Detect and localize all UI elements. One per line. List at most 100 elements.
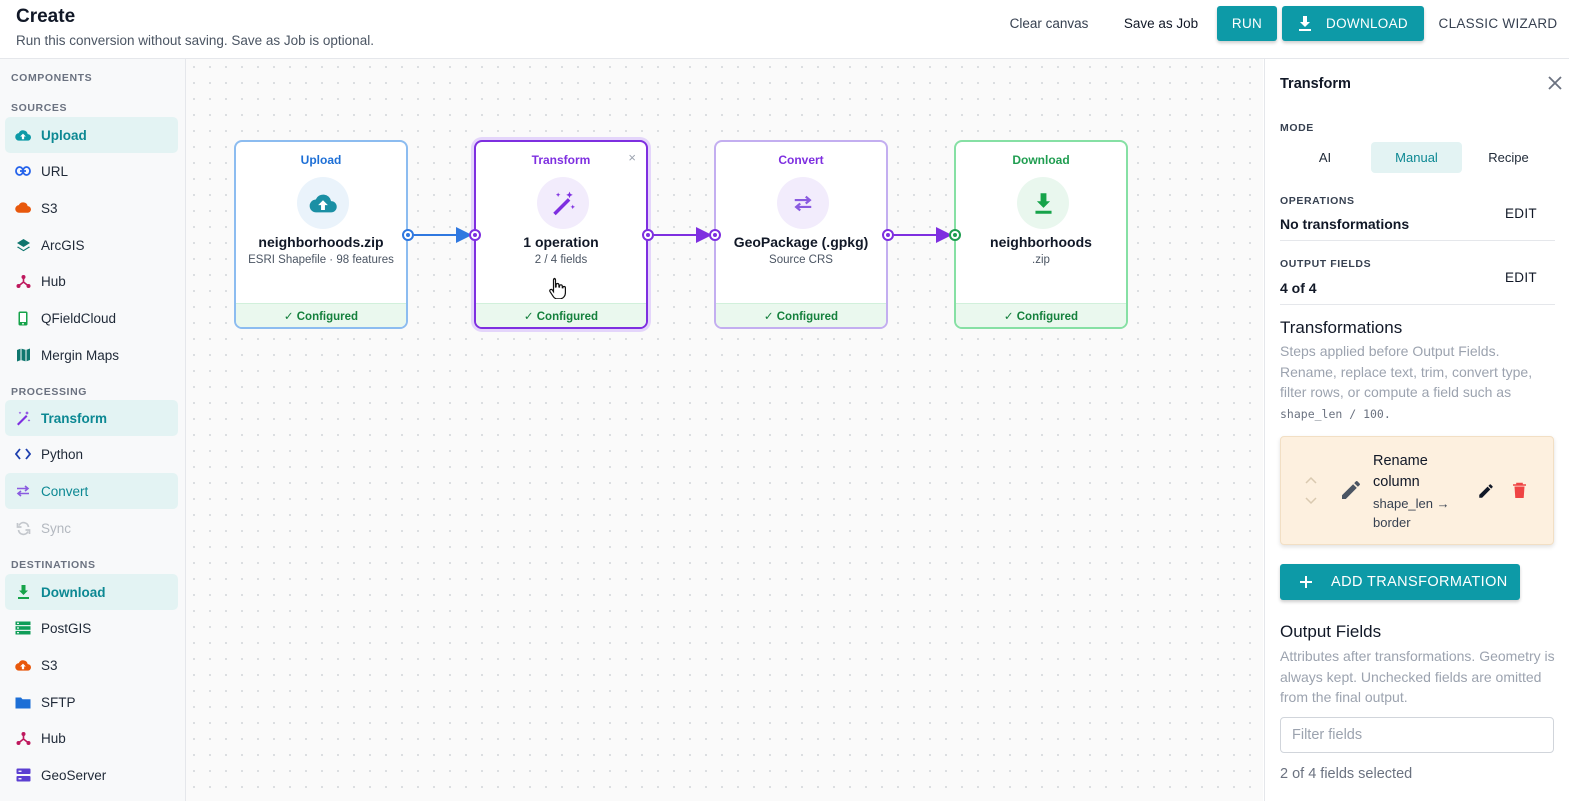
sidebar-item-mergin-maps[interactable]: Mergin Maps [5,337,178,373]
transform-input-port[interactable] [469,229,481,241]
magic-wand-icon [537,177,589,229]
sidebar-item-hub[interactable]: Hub [5,263,178,299]
download-icon [1017,177,1069,229]
sync-icon [15,520,31,536]
convert-node[interactable]: Convert GeoPackage (.gpkg) Source CRS ✓ … [714,140,888,329]
cloud-upload-icon [15,657,31,673]
operations-label: OPERATIONS [1280,195,1355,207]
sidebar-item-s3-destination[interactable]: S3 [5,647,178,683]
add-transformation-button[interactable]: ADD TRANSFORMATION [1280,564,1520,600]
download-node[interactable]: Download neighborhoods .zip ✓ Configured [954,140,1128,329]
node-type-label: Convert [778,153,824,167]
hand-cursor-icon [549,277,566,299]
download-input-port[interactable] [949,229,961,241]
sidebar-item-convert[interactable]: Convert [5,473,178,509]
sources-heading: SOURCES [11,102,68,114]
edit-icon[interactable] [1477,482,1495,500]
link-icon [15,163,31,179]
plus-icon [1300,576,1312,588]
server-icon [15,767,31,783]
app-root: Create Run this conversion without savin… [0,0,1569,801]
output-fields-label: OUTPUT FIELDS [1280,258,1372,270]
sidebar-item-label: Upload [41,127,87,143]
mode-recipe-button[interactable]: Recipe [1463,142,1554,173]
transformations-description: Steps applied before Output Fields. Rena… [1280,341,1555,424]
transformations-description-text: Steps applied before Output Fields. Rena… [1280,343,1533,400]
folder-icon [15,694,31,710]
transform-node[interactable]: Transform × 1 operation 2 / 4 fields ✓ C… [474,140,648,329]
fields-selected-count: 2 of 4 fields selected [1280,766,1413,782]
transform-settings-panel: Transform MODE AI Manual Recipe OPERATIO… [1264,59,1569,801]
node-status: ✓ Configured [716,303,886,327]
sidebar-item-upload[interactable]: Upload [5,117,178,153]
mode-manual-button[interactable]: Manual [1371,142,1462,173]
sidebar-item-label: SFTP [41,694,76,710]
transformation-detail: shape_len → border [1373,496,1450,530]
swap-arrows-icon [777,177,829,229]
sidebar-item-label: S3 [41,200,58,216]
sidebar-item-s3[interactable]: S3 [5,190,178,226]
delete-icon[interactable] [1512,482,1527,499]
processing-heading: PROCESSING [11,386,88,398]
mode-label: MODE [1280,122,1314,134]
sidebar-item-label: Hub [41,273,66,289]
node-name: neighborhoods.zip [258,234,384,250]
transformation-card[interactable]: Rename column shape_len → border [1280,436,1554,545]
transform-output-port[interactable] [642,229,654,241]
swap-arrows-icon [15,483,31,499]
sidebar-item-geoserver[interactable]: GeoServer [5,757,178,793]
pipeline-canvas[interactable]: Upload neighborhoods.zip ESRI Shapefile … [186,59,1263,801]
node-type-label: Download [1012,153,1070,167]
node-subtitle: Source CRS [769,254,833,266]
sidebar-item-sftp[interactable]: SFTP [5,684,178,720]
output-fields-heading: Output Fields [1280,622,1382,641]
sidebar-item-python[interactable]: Python [5,436,178,472]
node-subtitle: 2 / 4 fields [534,254,588,266]
sidebar-item-url[interactable]: URL [5,153,178,189]
node-status: ✓ Configured [236,303,406,327]
upload-output-port[interactable] [402,229,414,241]
cloud-upload-icon [15,127,31,143]
panel-title: Transform [1280,76,1351,92]
node-subtitle: .zip [1032,254,1050,266]
sidebar-item-hub-destination[interactable]: Hub [5,720,178,756]
convert-output-port[interactable] [882,229,894,241]
save-as-job-button[interactable]: Save as Job [1114,6,1208,41]
sidebar-item-qfieldcloud[interactable]: QFieldCloud [5,300,178,336]
sidebar-item-arcgis[interactable]: ArcGIS [5,227,178,263]
node-status: ✓ Configured [476,303,646,327]
operations-value: No transformations [1280,216,1410,232]
sidebar-item-label: URL [41,163,69,179]
sidebar-item-label: Sync [41,520,72,536]
upload-node[interactable]: Upload neighborhoods.zip ESRI Shapefile … [234,140,408,329]
sidebar-item-transform[interactable]: Transform [5,400,178,436]
filter-fields-input[interactable] [1280,717,1554,753]
output-fields-value: 4 of 4 [1280,280,1317,296]
download-button[interactable]: DOWNLOAD [1282,6,1424,41]
sidebar-item-label: QFieldCloud [41,310,117,326]
clear-canvas-button[interactable]: Clear canvas [998,6,1100,41]
close-icon[interactable] [1545,73,1565,93]
classic-wizard-button[interactable]: CLASSIC WIZARD [1436,6,1560,41]
sidebar-item-label: Mergin Maps [41,347,120,363]
page-subtitle: Run this conversion without saving. Save… [16,33,374,48]
node-name: 1 operation [523,234,599,250]
download-icon [15,584,31,600]
edit-output-fields-button[interactable]: EDIT [1505,270,1537,285]
mode-ai-button[interactable]: AI [1280,142,1370,173]
sidebar-item-postgis[interactable]: PostGIS [5,610,178,646]
page-header: Create Run this conversion without savin… [0,0,1569,59]
chevron-up-icon[interactable] [1305,476,1317,484]
sidebar-item-label: Convert [41,483,89,499]
run-button[interactable]: RUN [1217,6,1277,41]
sidebar-item-sync: Sync [5,510,178,546]
cloud-icon [15,200,31,216]
edit-operations-button[interactable]: EDIT [1505,206,1537,221]
page-title: Create [16,6,76,27]
database-icon [15,620,31,636]
chevron-down-icon[interactable] [1305,497,1317,505]
sidebar-item-download[interactable]: Download [5,574,178,610]
sidebar-item-label: GeoServer [41,767,107,783]
node-close-icon[interactable]: × [628,150,636,165]
convert-input-port[interactable] [709,229,721,241]
